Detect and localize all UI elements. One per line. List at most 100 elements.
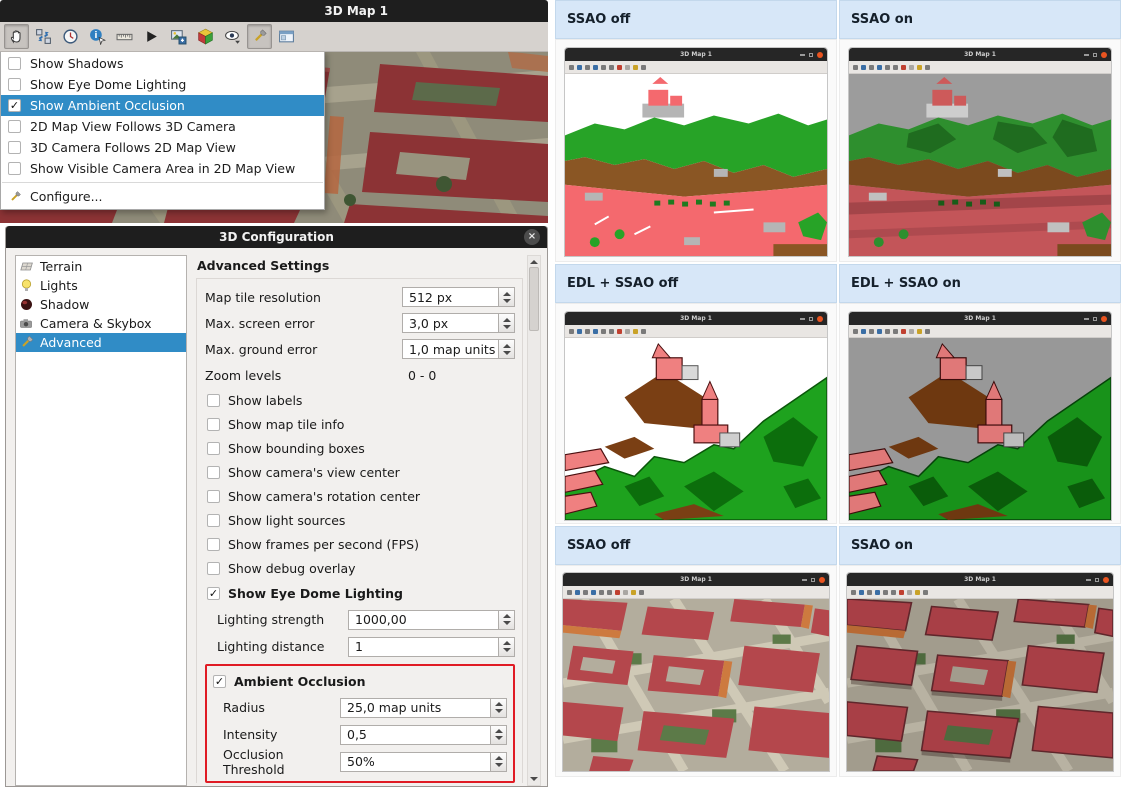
svg-text:i: i	[94, 31, 97, 41]
mini-window-buttons	[800, 316, 823, 322]
mini-window: 3D Map 1	[846, 572, 1114, 772]
max-screen-error-input[interactable]: 3,0 px	[402, 313, 498, 333]
checkbox-unchecked	[207, 538, 220, 551]
header-label: SSAO off	[567, 12, 630, 27]
identify-icon: i	[89, 28, 106, 45]
max-ground-error-input[interactable]: 1,0 map units	[402, 339, 498, 359]
checkbox-show-light-sources[interactable]: Show light sources	[205, 508, 515, 532]
effects-wrench-icon	[251, 28, 268, 45]
lighting-distance-input[interactable]: 1	[348, 637, 498, 657]
checkbox-show-map-tile-info[interactable]: Show map tile info	[205, 412, 515, 436]
scrollbar-thumb[interactable]	[529, 267, 539, 331]
checkbox-label: Show labels	[228, 393, 302, 408]
comparison-row-2: EDL + SSAO off EDL + SSAO on 3D Map 1	[555, 264, 1121, 524]
mini-window-title: 3D Map 1	[964, 315, 996, 322]
sidebar-item-terrain[interactable]: Terrain	[16, 257, 186, 276]
effects-wrench-button[interactable]	[247, 24, 272, 49]
close-icon	[1101, 316, 1107, 322]
checkbox-show-fps[interactable]: Show frames per second (FPS)	[205, 532, 515, 556]
close-icon	[1103, 577, 1109, 583]
field-map-tile-resolution: Map tile resolution 512 px	[205, 284, 515, 310]
checkbox-show-debug-overlay[interactable]: Show debug overlay	[205, 556, 515, 580]
checkbox-unchecked	[8, 78, 21, 91]
close-icon	[819, 577, 825, 583]
sidebar-item-shadow[interactable]: Shadow	[16, 295, 186, 314]
play-animation-button[interactable]	[139, 24, 164, 49]
menu-item-show-shadows[interactable]: Show Shadows	[1, 53, 324, 74]
menu-item-show-ambient-occlusion[interactable]: ✓ Show Ambient Occlusion	[1, 95, 324, 116]
checkbox-show-camera-rotation-center[interactable]: Show camera's rotation center	[205, 484, 515, 508]
max-screen-error-spinner[interactable]	[498, 313, 515, 333]
pan-tool-button[interactable]	[4, 24, 29, 49]
map-window-title: 3D Map 1	[324, 4, 388, 18]
measure-button[interactable]	[112, 24, 137, 49]
checkbox-show-eye-dome-lighting[interactable]: ✓ Show Eye Dome Lighting	[205, 580, 515, 606]
ao-intensity-spinner[interactable]	[490, 725, 507, 745]
ao-radius-input[interactable]: 25,0 map units	[340, 698, 490, 718]
ao-intensity-input[interactable]: 0,5	[340, 725, 490, 745]
checkbox-unchecked	[207, 418, 220, 431]
checkbox-ambient-occlusion[interactable]: ✓ Ambient Occlusion	[211, 668, 507, 694]
checkbox-show-bounding-boxes[interactable]: Show bounding boxes	[205, 436, 515, 460]
identify-button[interactable]: i	[85, 24, 110, 49]
config-dialog-titlebar[interactable]: 3D Configuration ×	[6, 226, 547, 248]
dock-panel-icon	[278, 28, 295, 45]
save-image-button[interactable]	[166, 24, 191, 49]
scroll-down-icon[interactable]	[530, 777, 538, 781]
menu-item-label: 2D Map View Follows 3D Camera	[30, 119, 236, 134]
advanced-settings-panel: Advanced Settings Map tile resolution 51…	[196, 255, 523, 786]
menu-item-show-camera-area[interactable]: Show Visible Camera Area in 2D Map View	[1, 158, 324, 179]
zoom-levels-value: 0 - 0	[402, 368, 515, 383]
screenshot-ssao-off-1: 3D Map 1	[555, 39, 837, 262]
sidebar-item-advanced[interactable]: Advanced	[16, 333, 186, 352]
checkbox-show-camera-view-center[interactable]: Show camera's view center	[205, 460, 515, 484]
camera-control-button[interactable]	[31, 24, 56, 49]
checkbox-label: Show frames per second (FPS)	[228, 537, 419, 552]
ambient-occlusion-group: ✓ Ambient Occlusion Radius 25,0 map unit…	[205, 664, 515, 783]
screenshot-edl-ssao-on: 3D Map 1	[839, 303, 1121, 524]
map-3d-viewport[interactable]: Show Shadows Show Eye Dome Lighting ✓ Sh…	[0, 52, 548, 223]
comparison-row-3: SSAO off SSAO on 3D Map 1	[555, 526, 1121, 777]
ao-threshold-spinner[interactable]	[490, 752, 507, 772]
screenshot-aerial-ssao-off: 3D Map 1	[555, 565, 837, 777]
camera-view-button[interactable]	[220, 24, 245, 49]
mini-window-buttons	[1084, 52, 1107, 58]
field-lighting-strength: Lighting strength 1000,00	[205, 606, 515, 633]
map-window-titlebar[interactable]: 3D Map 1	[0, 0, 548, 22]
lighting-strength-spinner[interactable]	[498, 610, 515, 630]
lighting-distance-spinner[interactable]	[498, 637, 515, 657]
sidebar-item-camera-skybox[interactable]: Camera & Skybox	[16, 314, 186, 333]
ao-threshold-input[interactable]: 50%	[340, 752, 490, 772]
menu-item-show-edl[interactable]: Show Eye Dome Lighting	[1, 74, 324, 95]
sidebar-item-lights[interactable]: Lights	[16, 276, 186, 295]
dock-panel-button[interactable]	[274, 24, 299, 49]
wrench-icon	[19, 335, 34, 350]
close-icon[interactable]: ×	[524, 229, 540, 245]
save-image-icon	[170, 28, 187, 45]
map-tile-resolution-input[interactable]: 512 px	[402, 287, 498, 307]
max-ground-error-spinner[interactable]	[498, 339, 515, 359]
menu-item-3d-follows-2d[interactable]: 3D Camera Follows 2D Map View	[1, 137, 324, 158]
mini-window-titlebar: 3D Map 1	[565, 312, 827, 325]
panel-scrollbar[interactable]	[527, 255, 541, 786]
menu-item-2d-follows-3d[interactable]: 2D Map View Follows 3D Camera	[1, 116, 324, 137]
header-ssao-on-2: SSAO on	[839, 526, 1121, 565]
scroll-up-icon[interactable]	[530, 260, 538, 264]
3d-navigation-button[interactable]	[193, 24, 218, 49]
measure-icon	[116, 28, 133, 45]
mini-window-toolbar	[847, 586, 1113, 599]
checkbox-show-labels[interactable]: Show labels	[205, 388, 515, 412]
field-label: Radius	[223, 700, 340, 715]
map-tile-resolution-spinner[interactable]	[498, 287, 515, 307]
ao-radius-spinner[interactable]	[490, 698, 507, 718]
checkbox-checked: ✓	[207, 587, 220, 600]
flat-point-cloud-white-scene	[565, 74, 827, 256]
sidebar-item-label: Terrain	[40, 259, 82, 274]
animation-clock-button[interactable]	[58, 24, 83, 49]
comparison-row-1: SSAO off SSAO on 3D Map 1	[555, 0, 1121, 262]
header-edl-ssao-on: EDL + SSAO on	[839, 264, 1121, 303]
menu-item-configure[interactable]: Configure...	[1, 186, 324, 207]
config-dialog-title: 3D Configuration	[219, 230, 334, 244]
lighting-strength-input[interactable]: 1000,00	[348, 610, 498, 630]
mini-window-toolbar	[563, 586, 829, 599]
